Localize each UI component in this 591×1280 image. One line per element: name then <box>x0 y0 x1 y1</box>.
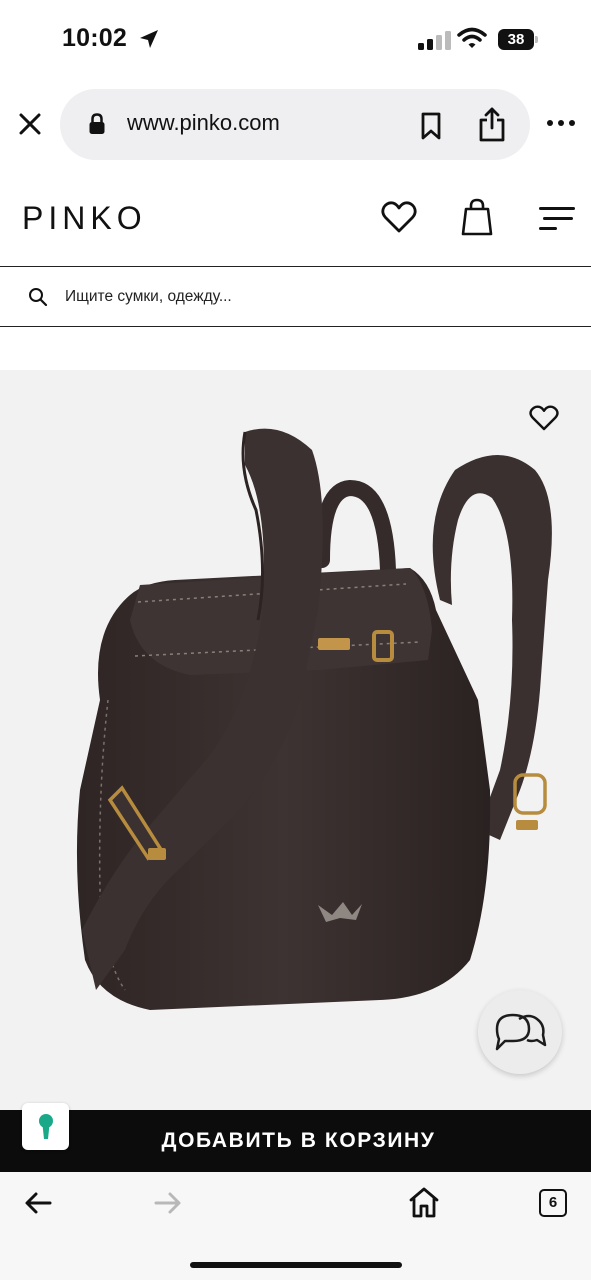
back-arrow-icon[interactable] <box>24 1190 52 1221</box>
status-bar: 10:02 38 <box>0 0 591 80</box>
search-icon[interactable] <box>28 287 48 312</box>
menu-icon[interactable] <box>539 205 575 233</box>
more-icon[interactable] <box>547 120 577 128</box>
signal-bars-icon <box>418 30 452 50</box>
heart-icon[interactable] <box>381 201 417 238</box>
close-icon[interactable] <box>18 112 42 136</box>
battery-icon: 38 <box>498 29 538 50</box>
add-to-cart-label[interactable]: ДОБАВИТЬ В КОРЗИНУ <box>0 1110 591 1172</box>
wishlist-heart-icon[interactable] <box>529 405 559 436</box>
location-arrow-icon <box>138 28 160 55</box>
bookmark-icon[interactable] <box>420 112 442 145</box>
home-icon[interactable] <box>408 1186 440 1223</box>
wifi-icon <box>457 27 487 54</box>
shopping-bag-icon[interactable] <box>461 198 493 241</box>
home-indicator <box>190 1262 402 1268</box>
url-text[interactable]: www.pinko.com <box>127 110 280 136</box>
keyhole-icon <box>39 1114 53 1139</box>
tabs-icon[interactable]: 6 <box>539 1189 567 1217</box>
chat-icon <box>495 1013 547 1051</box>
search-input[interactable]: Ищите сумки, одежду... <box>65 288 232 306</box>
battery-level: 38 <box>498 29 534 50</box>
site-logo[interactable]: PINKO <box>22 200 147 237</box>
status-time: 10:02 <box>62 24 127 52</box>
accessibility-button[interactable] <box>22 1103 69 1150</box>
lock-icon <box>88 113 106 140</box>
share-icon[interactable] <box>478 106 506 147</box>
chat-button[interactable] <box>478 990 562 1074</box>
add-to-cart-button[interactable]: ДОБАВИТЬ В КОРЗИНУ <box>0 1110 591 1172</box>
forward-arrow-icon[interactable] <box>154 1190 182 1221</box>
